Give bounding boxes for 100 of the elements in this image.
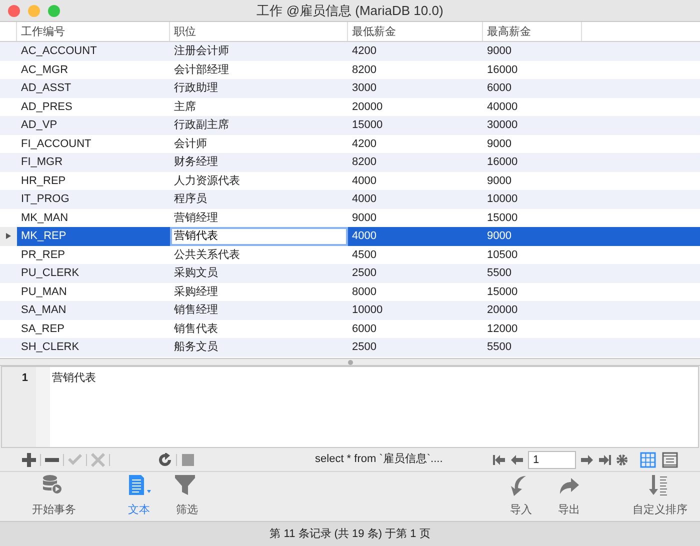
table-cell-text: HR_REP [20, 174, 67, 188]
column-header[interactable]: 最高薪金 [483, 22, 582, 41]
table-cell-text: 9000 [486, 136, 512, 152]
table-cell-text: 20000 [351, 100, 384, 114]
table-cell-text: AD_PRES [20, 100, 74, 114]
table-cell-text: 15000 [486, 210, 519, 226]
table-cell-text: 20000 [486, 303, 519, 318]
previous-page-icon[interactable] [510, 454, 524, 466]
table-cell-text: 会计师 [173, 136, 208, 152]
table-cell-text: 16000 [486, 155, 519, 170]
toolbar-button[interactable]: 筛选 [163, 474, 211, 519]
table-cell-text: 2500 [351, 340, 378, 355]
table-cell-text: 人力资源代表 [173, 174, 241, 188]
next-page-icon[interactable] [580, 454, 594, 466]
table-cell-text: FI_MGR [20, 155, 64, 170]
table-cell-text: 行政助理 [173, 81, 219, 96]
editor-text[interactable]: 营销代表 [50, 367, 698, 447]
page-field[interactable]: 1 [528, 450, 576, 468]
table-cell-text: 4000 [351, 192, 378, 207]
table-row[interactable]: MK_REP 营销代表 4000 9000 [0, 227, 700, 246]
table-cell-text: 9000 [486, 44, 512, 59]
table-cell-text: 8200 [351, 62, 378, 78]
table-cell-text: 4000 [351, 229, 378, 244]
table-cell-text: MK_MAN [20, 210, 70, 226]
column-header[interactable]: 工作编号 [17, 22, 170, 41]
table-cell-text: 5500 [486, 340, 512, 355]
table-cell-text: 销售代表 [173, 322, 219, 336]
table-cell-text: 15000 [351, 118, 384, 133]
form-view-icon[interactable] [662, 452, 678, 468]
add-icon[interactable] [22, 452, 36, 466]
table-cell-text: 4000 [351, 174, 378, 188]
table-cell-text: MK_REP [20, 229, 68, 244]
table-cell-text: AD_VP [20, 118, 58, 133]
table-cell-text: 主席 [173, 100, 197, 114]
table-cell-text: 30000 [486, 118, 519, 133]
table-cell-text: 16000 [486, 62, 519, 78]
table-cell-text: 6000 [351, 322, 378, 336]
table-cell-text: 10000 [351, 303, 384, 318]
table-cell-text: 9000 [351, 210, 378, 226]
table-row[interactable]: AD_ASST 行政助理 3000 6000 [0, 79, 700, 98]
settings-icon[interactable] [616, 454, 628, 466]
table-cell-text: 9000 [486, 174, 512, 188]
table-cell-text: AD_ASST [20, 81, 72, 96]
table-cell-text: 销售经理 [173, 303, 219, 318]
table-cell-text: FI_ACCOUNT [20, 136, 92, 152]
table-cell-text: 采购经理 [173, 284, 219, 300]
table-row[interactable]: SA_MAN 销售经理 10000 20000 [0, 301, 700, 320]
table-cell-text: SA_REP [20, 322, 66, 336]
table-row[interactable]: SH_CLERK 船务文员 2500 5500 [0, 338, 700, 356]
table-cell-text: 3000 [351, 81, 378, 96]
table-cell-text: SH_CLERK [20, 340, 80, 355]
table-cell-text: 15000 [486, 284, 519, 300]
toolbar-button[interactable]: 自定义排序 [629, 474, 691, 519]
row-pointer-icon [6, 233, 11, 240]
table-cell-text: 8000 [351, 284, 378, 300]
query-text: select * from `雇员信息`.... [314, 452, 444, 468]
table-cell-text: PU_MAN [20, 284, 68, 300]
table-cell-text: 8200 [351, 155, 378, 170]
table-cell-text: 6000 [486, 81, 512, 96]
table-row[interactable]: AD_VP 行政副主席 15000 30000 [0, 116, 700, 134]
table-cell-text: 4200 [351, 44, 378, 59]
cell-edit-field[interactable]: 营销代表 [170, 227, 348, 246]
table-cell-text: 财务经理 [173, 155, 219, 170]
table-cell-text: SA_MAN [20, 303, 68, 318]
table-cell-text: IT_PROG [20, 192, 70, 207]
table-cell-text: PU_CLERK [20, 266, 80, 281]
table-cell-text: AC_MGR [20, 62, 70, 78]
column-header[interactable]: 职位 [170, 22, 348, 41]
table-row[interactable]: FI_MGR 财务经理 8200 16000 [0, 153, 700, 172]
table-cell-text: PR_REP [20, 248, 66, 262]
last-page-icon[interactable] [598, 454, 612, 466]
table-row[interactable]: AC_ACCOUNT 注册会计师 4200 9000 [0, 42, 700, 60]
table-cell-text: AC_ACCOUNT [20, 44, 98, 59]
column-header[interactable]: 最低薪金 [348, 22, 483, 41]
toolbar-button[interactable]: 导出 [545, 474, 593, 519]
status-text: 第 11 条记录 (共 19 条) 于第 1 页 [270, 526, 430, 542]
table-cell-text: 行政副主席 [173, 118, 230, 133]
toolbar-button[interactable]: 导入 [497, 474, 545, 519]
table-cell-text: 营销经理 [173, 210, 219, 226]
window-title: 工作 @雇员信息 (MariaDB 10.0) [256, 2, 444, 20]
table-cell-text: 10500 [486, 248, 519, 262]
table-cell-text: 程序员 [173, 192, 208, 207]
table-cell-text: 12000 [486, 322, 519, 336]
table-cell-text: 5500 [486, 266, 512, 281]
table-cell-text: 10000 [486, 192, 519, 207]
table-row[interactable]: PU_CLERK 采购文员 2500 5500 [0, 264, 700, 282]
table-cell-text: 船务文员 [173, 340, 219, 355]
table-row[interactable]: IT_PROG 程序员 4000 10000 [0, 190, 700, 208]
refresh-icon[interactable] [158, 452, 172, 466]
table-cell-text: 4500 [351, 248, 378, 262]
line-number: 1 [22, 371, 28, 386]
table-cell-text: 2500 [351, 266, 378, 281]
toolbar-button[interactable]: 开始事务 [30, 474, 78, 519]
table-cell-text: 注册会计师 [173, 44, 230, 59]
grid-view-icon[interactable] [640, 452, 656, 468]
table-cell-text: 9000 [486, 229, 512, 244]
splitter-handle[interactable] [348, 360, 352, 364]
table-cell-text: 公共关系代表 [173, 248, 241, 262]
first-page-icon[interactable] [492, 454, 506, 466]
table-cell-text: 40000 [486, 100, 519, 114]
